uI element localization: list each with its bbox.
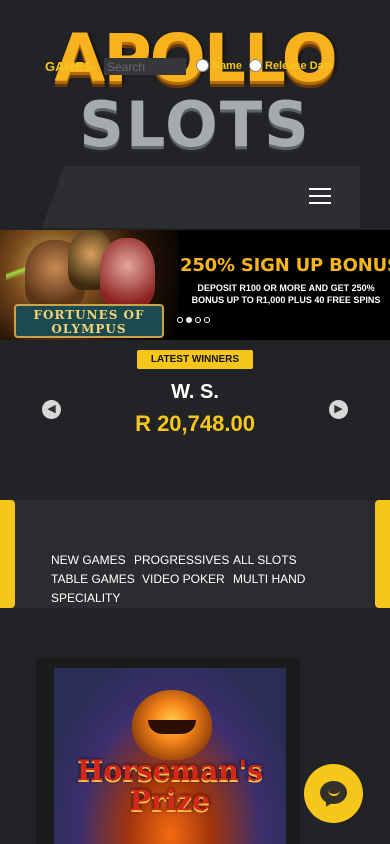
chat-bubble-icon <box>320 781 347 804</box>
sort-release-date-radio[interactable] <box>249 59 262 72</box>
sort-name-label[interactable]: Name <box>212 60 242 72</box>
category-new-games[interactable]: NEW GAMES <box>51 553 126 567</box>
chevron-right-icon[interactable]: ▶ <box>329 400 348 419</box>
latest-winners-badge: LATEST WINNERS <box>137 350 253 369</box>
carousel-dot-3[interactable] <box>195 317 201 323</box>
banner-headline: 250% SIGN UP BONUS <box>180 255 390 276</box>
games-label: GAMES <box>45 59 93 74</box>
game-thumbnail[interactable]: Horseman's Prize <box>54 668 286 844</box>
carousel-dot-4[interactable] <box>204 317 210 323</box>
game-title: Horseman's Prize <box>77 754 263 817</box>
header: APOLLO SLOTS <box>0 0 390 230</box>
accent-bar-right <box>375 500 390 608</box>
hamburger-icon[interactable] <box>309 188 333 206</box>
winner-name: W. S. <box>171 381 219 403</box>
carousel-dot-1[interactable] <box>177 317 183 323</box>
pumpkin-face <box>148 720 196 734</box>
sort-name-radio[interactable] <box>196 59 209 72</box>
category-table-games[interactable]: TABLE GAMES <box>51 572 135 586</box>
games-section <box>0 470 390 630</box>
chat-button[interactable] <box>304 764 363 823</box>
banner-game-logo: FORTUNES OF OLYMPUS <box>14 304 164 338</box>
banner-subtext: DEPOSIT R100 OR MORE AND GET 250% BONUS … <box>191 283 381 305</box>
category-speciality[interactable]: SPECIALITY <box>51 591 120 605</box>
search-input[interactable] <box>104 58 186 75</box>
site-logo[interactable]: APOLLO SLOTS <box>0 20 390 161</box>
logo-slots-text: SLOTS <box>79 88 311 161</box>
category-video-poker[interactable]: VIDEO POKER <box>142 572 225 586</box>
carousel-dot-2[interactable] <box>186 317 192 323</box>
category-all-slots[interactable]: ALL SLOTS <box>233 553 297 567</box>
promo-banner[interactable]: FORTUNES OF OLYMPUS 250% SIGN UP BONUS D… <box>0 230 390 340</box>
category-progressives[interactable]: PROGRESSIVES <box>134 553 229 567</box>
carousel-dots <box>177 317 210 323</box>
sort-release-date-label[interactable]: Release Date <box>265 60 334 72</box>
category-multi-hand[interactable]: MULTI HAND <box>233 572 305 586</box>
accent-bar-left <box>0 500 15 608</box>
latest-winners: LATEST WINNERS ◀ W. S. R 20,748.00 ▶ <box>0 340 390 470</box>
page: APOLLO SLOTS FORTUNES OF OLYMPUS 250% SI… <box>0 0 390 844</box>
